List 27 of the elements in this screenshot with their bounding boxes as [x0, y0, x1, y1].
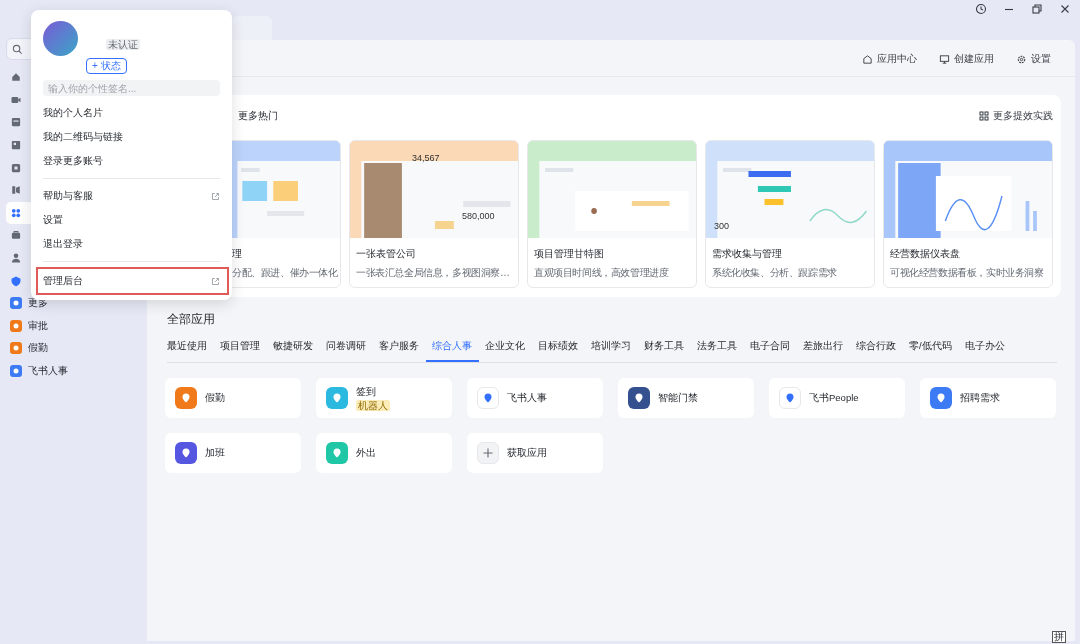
section-title: 全部应用 [167, 311, 216, 328]
app-name: 招聘需求 [960, 391, 1000, 405]
ime-indicator: 拼 [1052, 631, 1066, 643]
section-title: 更多热门 [238, 109, 278, 123]
template-description: 直观项目时间线，高效管理进度 [534, 266, 669, 280]
template-title: 理 [232, 247, 243, 261]
template-title: 需求收集与管理 [712, 247, 783, 261]
app-name: 签到 [356, 385, 377, 399]
template-description: 一张表汇总全局信息，多视图洞察… [356, 266, 510, 280]
verification-badge: 未认证 [106, 39, 140, 50]
template-title: 一张表管公司 [356, 247, 417, 261]
app-badge: 机器人 [356, 399, 390, 411]
template-description: 系统化收集、分析、跟踪需求 [712, 266, 837, 280]
app-name: 外出 [356, 446, 376, 460]
template-title: 经营数据仪表盘 [890, 247, 961, 261]
app-name: 智能门禁 [658, 391, 698, 405]
template-title: 项目管理甘特图 [534, 247, 605, 261]
preview-number: 300 [714, 221, 730, 231]
app-name: 飞书People [809, 391, 859, 405]
app-name: 假勤 [205, 391, 225, 405]
template-description: 可视化经营数据看板，实时业务洞察 [890, 266, 1044, 280]
app-name: 加班 [205, 446, 225, 460]
template-description: 分配、跟进、催办一体化 [232, 266, 338, 280]
app-name: 飞书人事 [507, 391, 547, 405]
preview-number: 34,567 [412, 153, 440, 163]
preview-number: 580,000 [462, 211, 495, 221]
app-name: 获取应用 [507, 446, 547, 460]
